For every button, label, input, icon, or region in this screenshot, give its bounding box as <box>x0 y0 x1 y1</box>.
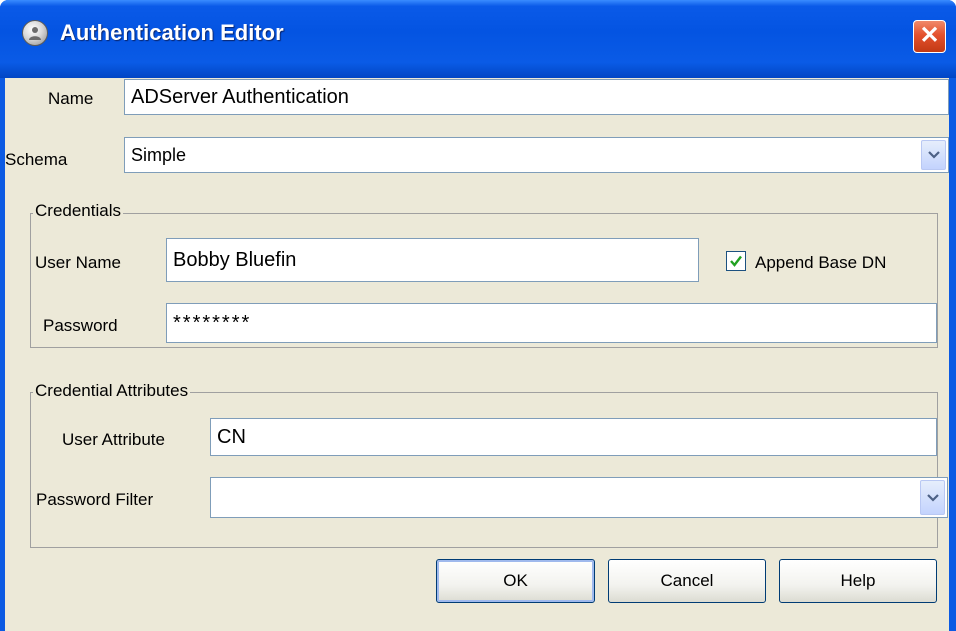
credential-attributes-group-title: Credential Attributes <box>33 381 191 401</box>
dialog-body: Name ADServer Authentication Schema Simp… <box>5 78 949 631</box>
chevron-down-icon <box>927 151 940 159</box>
credentials-group-title: Credentials <box>33 201 123 221</box>
password-field-value: ******** <box>173 311 252 334</box>
name-field[interactable]: ADServer Authentication <box>124 79 949 115</box>
chevron-down-icon <box>926 493 939 502</box>
close-button[interactable]: ✕ <box>913 20 946 53</box>
cancel-button[interactable]: Cancel <box>608 559 766 603</box>
ok-button[interactable]: OK <box>436 559 595 603</box>
user-name-label: User Name <box>35 253 121 272</box>
name-label: Name <box>48 89 94 108</box>
password-filter-label: Password Filter <box>36 490 154 509</box>
password-filter-dropdown-button[interactable] <box>920 480 945 515</box>
authentication-editor-window: Authentication Editor ✕ Name ADServer Au… <box>0 0 956 631</box>
schema-label: Schema <box>5 150 68 169</box>
password-filter-select[interactable] <box>210 477 948 518</box>
credential-attributes-group <box>30 392 938 548</box>
user-attribute-label: User Attribute <box>62 430 165 449</box>
close-icon: ✕ <box>919 22 940 49</box>
checkmark-icon <box>730 255 742 267</box>
title-bar[interactable]: Authentication Editor ✕ <box>0 0 956 78</box>
window-title: Authentication Editor <box>60 20 284 45</box>
user-attribute-field-value: CN <box>217 425 246 448</box>
user-globe-icon <box>22 20 48 46</box>
append-base-dn-checkbox[interactable] <box>726 251 746 271</box>
schema-select[interactable]: Simple <box>124 137 949 173</box>
name-field-value: ADServer Authentication <box>131 85 349 108</box>
password-field[interactable]: ******** <box>166 303 937 343</box>
schema-select-value: Simple <box>131 144 187 165</box>
help-button[interactable]: Help <box>779 559 937 603</box>
user-name-field[interactable]: Bobby Bluefin <box>166 238 699 282</box>
password-label: Password <box>43 316 118 335</box>
schema-dropdown-button[interactable] <box>921 140 946 170</box>
append-base-dn-label[interactable]: Append Base DN <box>755 253 886 273</box>
user-attribute-field[interactable]: CN <box>210 418 937 456</box>
user-name-field-value: Bobby Bluefin <box>173 248 297 271</box>
